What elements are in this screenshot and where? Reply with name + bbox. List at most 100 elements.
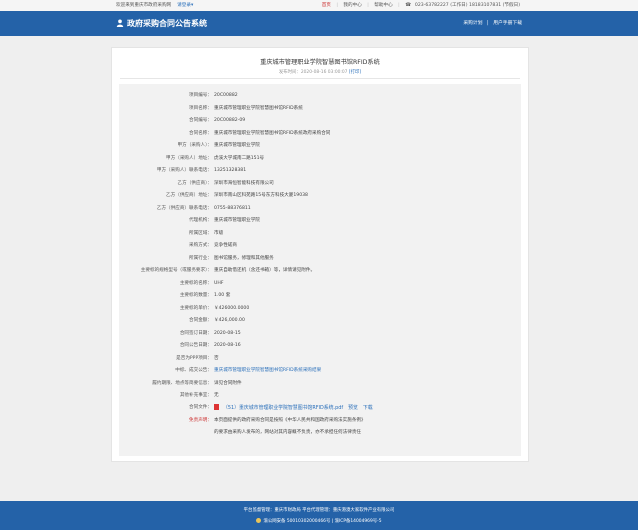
field-label: 合同签订日期： bbox=[179, 330, 212, 336]
help-center-link[interactable]: 帮助中心 bbox=[374, 3, 392, 8]
field-label: 采购方式： bbox=[189, 243, 212, 248]
field-row: 项目名称： 重庆城市管理职业学院智慧图书馆RFID系统 bbox=[119, 104, 521, 114]
field-label: 合同编号： bbox=[189, 118, 212, 123]
my-center-link[interactable]: 我的中心 bbox=[343, 3, 361, 8]
field-row: 代理机构： 重庆城市管理职业学院 bbox=[119, 216, 521, 226]
field-label: 合同公告日期： bbox=[179, 343, 212, 348]
field-label: 主要标的数量： bbox=[179, 293, 212, 298]
disclaimer-label: 免责声明： bbox=[189, 418, 212, 423]
field-row: 主要标的规格型号（或服务要求）： 重庆自助借还机（含还书箱）等，详情请见附件。 bbox=[119, 266, 521, 276]
field-row: 主要标的单价： ￥426000.0000 bbox=[119, 304, 521, 314]
attachment-row: 合同文件： （51）重庆城市管理职业学院智慧图书馆RFID系统.pdf 预览 下载 bbox=[119, 403, 521, 413]
divider bbox=[120, 78, 520, 79]
field-label: 主要标的单价： bbox=[179, 305, 212, 311]
field-label: 其他补充事宜： bbox=[179, 393, 212, 398]
user-icon bbox=[116, 19, 124, 27]
print-link[interactable]: [打印] bbox=[349, 70, 361, 75]
award-notice-link[interactable]: 重庆城市管理职业学院智慧图书馆RFID系统采购结果 bbox=[214, 366, 321, 376]
field-row: 合同签订日期： 2020-08-15 bbox=[119, 329, 521, 339]
field-row: 所属行业： 图书馆服务，修理和其他服务 bbox=[119, 254, 521, 264]
field-row: 采购方式： 竞争性磋商 bbox=[119, 241, 521, 251]
site-header: 政府采购合同公告系统 采购计划 | 用户手册下载 bbox=[0, 11, 638, 36]
site-brand[interactable]: 政府采购合同公告系统 bbox=[116, 11, 207, 36]
field-row: 合同名称： 重庆城市管理职业学院智慧图书馆RFID系统政府采购合同 bbox=[119, 129, 521, 139]
field-row: 主要标的名称： UHF bbox=[119, 279, 521, 289]
attachment-filename[interactable]: （51）重庆城市管理职业学院智慧图书馆RFID系统.pdf bbox=[223, 405, 343, 411]
divider: | bbox=[398, 3, 400, 8]
field-row: 主要标的数量： 1.00 套 bbox=[119, 291, 521, 301]
nav-purchase-plan[interactable]: 采购计划 bbox=[463, 21, 482, 26]
preview-link[interactable]: 预览 bbox=[348, 405, 358, 411]
hotline-text: 023-63782227 (工作日) 18183107831 (节假日) bbox=[414, 3, 520, 8]
login-link[interactable]: 请登录 bbox=[177, 3, 191, 8]
field-label: 乙方（供应商）联系电话： bbox=[156, 205, 212, 211]
field-label: 甲方（采购人）联系电话： bbox=[156, 168, 212, 173]
footer-supervision: 平台监督管理：重庆市财政局 平台代理管理：重庆港澳大家软件产业有限公司 bbox=[243, 508, 395, 513]
field-label: 所属区域： bbox=[189, 230, 212, 236]
top-right-group: 首页 | 我的中心 | 帮助中心 | ☎ 023-63782227 (工作日) 1… bbox=[318, 0, 520, 11]
welcome-text: 欢迎来到重庆市政府采购网 bbox=[116, 3, 172, 8]
field-label: 代理机构： bbox=[189, 218, 212, 223]
top-left-group: 欢迎来到重庆市政府采购网 请登录▾ bbox=[116, 0, 193, 11]
footer-registration: 渝公网安备 50010302000466号 | 渝ICP备14004969号-5 bbox=[0, 518, 638, 524]
field-label: 合同金额： bbox=[189, 318, 212, 323]
contract-detail-panel: 项目编号： 20C00882 项目名称： 重庆城市管理职业学院智慧图书馆RFID系统… bbox=[119, 84, 521, 456]
field-value: 重庆城市管理职业学院 bbox=[214, 143, 260, 148]
field-row: 乙方（供应商）： 深圳市海恒智能科技有限公司 bbox=[119, 179, 521, 189]
field-value: 13251328381 bbox=[214, 168, 247, 173]
field-label: 是否为PPP项目： bbox=[176, 355, 212, 361]
publish-time: 2020-08-16 03:00:07 bbox=[300, 70, 348, 75]
footer-registration-text[interactable]: 渝公网安备 50010302000466号 | 渝ICP备14004969号-5 bbox=[263, 519, 381, 524]
field-row: 履约期限、地点等简要信息： 详见合同附件 bbox=[119, 379, 521, 389]
field-row: 合同公告日期： 2020-08-16 bbox=[119, 341, 521, 351]
field-value: 重庆城市管理职业学院智慧图书馆RFID系统 bbox=[214, 105, 303, 111]
field-label: 乙方（供应商）： bbox=[177, 180, 212, 186]
disclaimer-row: 免责声明： 本页面提供的政府采购合同是按照《中华人民共和国政府采购法实施条例》 bbox=[119, 416, 521, 426]
field-value: 2020-08-16 bbox=[214, 343, 241, 348]
download-link[interactable]: 下载 bbox=[363, 405, 373, 411]
field-label: 所属行业： bbox=[189, 255, 212, 261]
notice-meta: 发布时间：2020-08-16 03:00:07 [打印] bbox=[112, 69, 528, 75]
field-row: 甲方（采购人）地址： 虎溪大学城南二路151号 bbox=[119, 154, 521, 164]
field-value: 虎溪大学城南二路151号 bbox=[214, 155, 265, 161]
field-row: 合同金额： ￥426,000.00 bbox=[119, 316, 521, 326]
disclaimer-line-1: 本页面提供的政府采购合同是按照《中华人民共和国政府采购法实施条例》 bbox=[214, 418, 366, 423]
field-label: 项目编号： bbox=[189, 93, 212, 98]
field-value: 深圳市南山区科苑路15号东方科技大厦19038 bbox=[214, 193, 308, 198]
publish-label: 发布时间： bbox=[278, 70, 301, 75]
field-value: 2020-08-15 bbox=[214, 330, 241, 336]
field-value: ￥426,000.00 bbox=[214, 318, 245, 323]
site-footer: 平台监督管理：重庆市财政局 平台代理管理：重庆港澳大家软件产业有限公司 渝公网安… bbox=[0, 501, 638, 530]
field-label: 甲方（采购人）地址： bbox=[166, 155, 212, 161]
field-value: 重庆城市管理职业学院智慧图书馆RFID系统政府采购合同 bbox=[214, 130, 331, 136]
field-value: 市级 bbox=[214, 230, 224, 236]
nav-user-manual-download[interactable]: 用户手册下载 bbox=[493, 21, 522, 26]
field-value: 20C00882-09 bbox=[214, 118, 246, 123]
attachment-label: 合同文件： bbox=[189, 405, 212, 410]
field-row: 是否为PPP项目：否 bbox=[119, 354, 521, 364]
field-row: 项目编号： 20C00882 bbox=[119, 91, 521, 101]
notice-title: 重庆城市管理职业学院智慧图书馆RFID系统 bbox=[260, 59, 380, 66]
disclaimer-line-2: 的要求由采购人发布的，网站对其内容概不负责，亦不承担任何法律责任 bbox=[214, 430, 362, 435]
field-row: 甲方（采购人）： 重庆城市管理职业学院 bbox=[119, 141, 521, 151]
field-value: 图书馆服务，修理和其他服务 bbox=[214, 255, 274, 261]
attachment-file: （51）重庆城市管理职业学院智慧图书馆RFID系统.pdf 预览 下载 bbox=[214, 403, 373, 413]
home-link[interactable]: 首页 bbox=[322, 3, 331, 8]
field-row: 甲方（采购人）联系电话： 13251328381 bbox=[119, 166, 521, 176]
field-value: 0755-88376811 bbox=[214, 205, 251, 211]
field-value: 详见合同附件 bbox=[214, 380, 242, 386]
field-value: 竞争性磋商 bbox=[214, 243, 237, 248]
field-value: ￥426000.0000 bbox=[214, 305, 250, 311]
chevron-down-icon[interactable]: ▾ bbox=[191, 3, 193, 8]
field-row: 乙方（供应商）地址： 深圳市南山区科苑路15号东方科技大厦19038 bbox=[119, 191, 521, 201]
field-row: 中标、成交公告： 重庆城市管理职业学院智慧图书馆RFID系统采购结果 bbox=[119, 366, 521, 376]
field-label: 合同名称： bbox=[189, 130, 212, 136]
divider: | bbox=[336, 3, 338, 8]
pdf-icon bbox=[214, 404, 219, 410]
field-row: 其他补充事宜：无 bbox=[119, 391, 521, 401]
field-value: 重庆城市管理职业学院 bbox=[214, 218, 260, 223]
field-row: 所属区域： 市级 bbox=[119, 229, 521, 239]
field-value: UHF bbox=[214, 280, 224, 286]
field-row: 合同编号： 20C00882-09 bbox=[119, 116, 521, 126]
field-row: 乙方（供应商）联系电话： 0755-88376811 bbox=[119, 204, 521, 214]
